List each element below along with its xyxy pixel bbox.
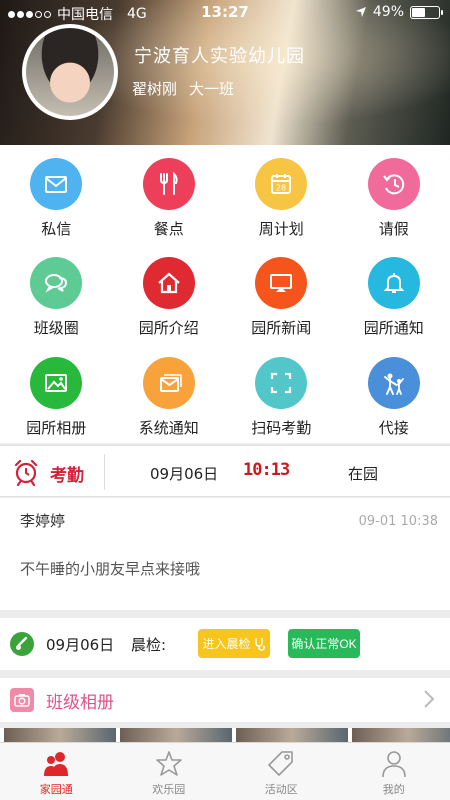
menu-item-meals[interactable]: 餐点 bbox=[113, 145, 226, 244]
tab-mine[interactable]: 我的 bbox=[338, 743, 450, 800]
mail-icon bbox=[30, 158, 83, 210]
battery-icon bbox=[410, 5, 443, 19]
menu-item-label: 周计划 bbox=[258, 220, 304, 238]
message-sender: 李婷婷 bbox=[20, 512, 66, 530]
family-icon bbox=[367, 356, 420, 409]
attendance-row[interactable]: 考勤 09月06日 10:13 在园 bbox=[0, 445, 450, 497]
divider bbox=[104, 454, 105, 490]
feature-grid: 私信 餐点 28 周计划 请假 班级圈 园所介绍 园所新闻 园所通知 园所相册 … bbox=[0, 145, 450, 443]
attendance-label: 考勤 bbox=[50, 466, 84, 486]
album-thumbnail[interactable] bbox=[4, 728, 116, 742]
tab-label: 欢乐园 bbox=[152, 783, 186, 796]
status-bar: 中国电信 4G 13:27 49% bbox=[0, 0, 450, 24]
messages-icon bbox=[142, 356, 195, 409]
check-label: 晨检: bbox=[131, 636, 167, 654]
menu-item-label: 系统通知 bbox=[138, 418, 199, 437]
menu-item-label: 扫码考勤 bbox=[251, 418, 312, 437]
tab-label: 活动区 bbox=[264, 783, 298, 796]
album-thumbnails[interactable] bbox=[0, 728, 450, 742]
message-text: 不午睡的小朋友早点来接哦 bbox=[20, 560, 201, 578]
location-arrow-icon bbox=[355, 7, 366, 17]
cutlery-icon bbox=[142, 158, 195, 210]
bottom-tab-bar: 家园通 欢乐园 活动区 我的 bbox=[0, 742, 450, 800]
attendance-time: 10:13 bbox=[243, 460, 290, 480]
menu-item-school-news[interactable]: 园所新闻 bbox=[225, 244, 338, 343]
menu-item-label: 餐点 bbox=[153, 220, 184, 238]
stethoscope-icon bbox=[254, 637, 265, 651]
alarm-clock-icon bbox=[14, 459, 38, 486]
menu-item-school-notice[interactable]: 园所通知 bbox=[338, 244, 450, 343]
menu-item-class-circle[interactable]: 班级圈 bbox=[0, 244, 113, 343]
svg-text:28: 28 bbox=[276, 184, 286, 193]
avatar[interactable] bbox=[22, 24, 118, 120]
check-date: 09月06日 bbox=[46, 636, 115, 654]
chevron-right-icon bbox=[424, 690, 435, 708]
clock-back-icon bbox=[367, 158, 420, 210]
menu-item-school-album[interactable]: 园所相册 bbox=[0, 344, 113, 443]
menu-item-weekly-plan[interactable]: 28 周计划 bbox=[225, 145, 338, 244]
menu-item-label: 代接 bbox=[378, 418, 409, 437]
student-name: 翟树刚 bbox=[132, 80, 178, 98]
tag-icon bbox=[268, 751, 294, 776]
menu-item-label: 班级圈 bbox=[33, 319, 79, 338]
menu-item-label: 园所通知 bbox=[363, 319, 424, 338]
bell-icon bbox=[367, 257, 420, 310]
class-album-row[interactable]: 班级相册 bbox=[0, 678, 450, 722]
attendance-date: 09月06日 bbox=[150, 465, 219, 483]
morning-check-row: 09月06日 晨检: 进入晨检 确认正常OK bbox=[0, 618, 450, 670]
tab-home-school[interactable]: 家园通 bbox=[0, 743, 113, 800]
menu-item-label: 园所相册 bbox=[26, 418, 87, 437]
picture-icon bbox=[30, 356, 83, 409]
tab-label: 我的 bbox=[382, 783, 405, 796]
school-name: 宁波育人实验幼儿园 bbox=[134, 46, 305, 67]
home-icon bbox=[142, 257, 195, 310]
menu-item-messages[interactable]: 私信 bbox=[0, 145, 113, 244]
menu-item-leave[interactable]: 请假 bbox=[338, 145, 450, 244]
star-icon bbox=[155, 751, 182, 776]
chat-bubbles-icon bbox=[30, 257, 83, 310]
enter-check-button[interactable]: 进入晨检 bbox=[198, 629, 270, 658]
attendance-status: 在园 bbox=[348, 465, 379, 483]
calendar-icon: 28 bbox=[255, 158, 308, 210]
enter-check-label: 进入晨检 bbox=[202, 637, 251, 651]
menu-item-pickup[interactable]: 代接 bbox=[338, 344, 450, 443]
album-thumbnail[interactable] bbox=[352, 728, 450, 742]
person-icon bbox=[381, 751, 406, 778]
screen-icon bbox=[255, 257, 308, 310]
menu-item-label: 私信 bbox=[41, 220, 72, 238]
people-icon bbox=[44, 752, 69, 776]
tab-label: 家园通 bbox=[39, 783, 73, 796]
album-thumbnail[interactable] bbox=[120, 728, 232, 742]
album-thumbnail[interactable] bbox=[236, 728, 348, 742]
message-card[interactable]: 李婷婷 09-01 10:38 不午睡的小朋友早点来接哦 bbox=[0, 498, 450, 610]
menu-item-school-intro[interactable]: 园所介绍 bbox=[113, 244, 226, 343]
menu-item-label: 请假 bbox=[378, 220, 409, 238]
confirm-normal-button[interactable]: 确认正常OK bbox=[288, 629, 360, 658]
thermometer-icon bbox=[10, 632, 34, 656]
menu-item-scan-attendance[interactable]: 扫码考勤 bbox=[225, 344, 338, 443]
class-name: 大一班 bbox=[189, 80, 235, 98]
tab-activity-zone[interactable]: 活动区 bbox=[225, 743, 338, 800]
album-title: 班级相册 bbox=[46, 693, 114, 713]
battery-percent: 49% bbox=[372, 4, 404, 20]
tab-fun-park[interactable]: 欢乐园 bbox=[113, 743, 226, 800]
camera-icon bbox=[10, 688, 34, 712]
profile-header: 中国电信 4G 13:27 49% 宁波育人实验幼儿园 翟树刚 大一班 bbox=[0, 0, 450, 145]
menu-item-label: 园所介绍 bbox=[138, 319, 199, 338]
message-time: 09-01 10:38 bbox=[358, 514, 438, 529]
menu-item-system-notice[interactable]: 系统通知 bbox=[113, 344, 226, 443]
scan-icon bbox=[255, 356, 308, 409]
menu-item-label: 园所新闻 bbox=[251, 319, 312, 338]
